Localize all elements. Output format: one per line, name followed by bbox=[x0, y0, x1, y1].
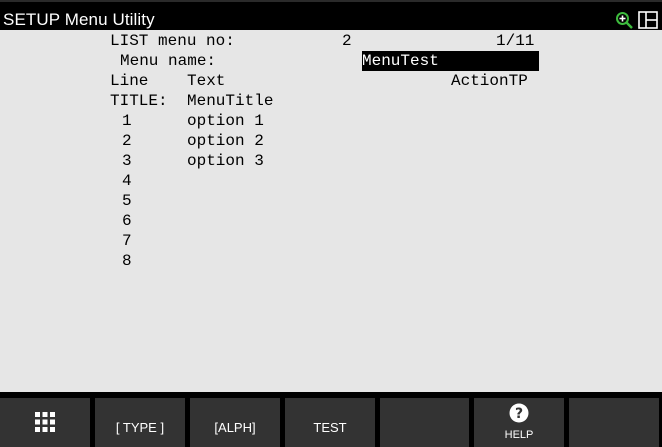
test-button[interactable]: TEST bbox=[285, 398, 375, 447]
app-title: SETUP Menu Utility bbox=[3, 10, 155, 29]
row-number: 1 bbox=[122, 112, 132, 130]
row-text[interactable]: option 3 bbox=[187, 151, 264, 171]
menu-setup-screen: LIST menu no: 2 1/11 Menu name: MenuTest… bbox=[0, 30, 662, 392]
row-number: 4 bbox=[122, 172, 132, 190]
row-number: 2 bbox=[122, 132, 132, 150]
svg-text:?: ? bbox=[515, 406, 523, 422]
test-button-label: TEST bbox=[313, 420, 347, 435]
f7-button[interactable] bbox=[569, 398, 659, 447]
title-value[interactable]: MenuTitle bbox=[187, 91, 273, 111]
alph-button[interactable]: [ALPH] bbox=[190, 398, 280, 447]
f5-button[interactable] bbox=[380, 398, 469, 447]
zoom-in-icon[interactable] bbox=[615, 11, 635, 29]
action-field[interactable]: ActionTP bbox=[451, 71, 528, 91]
page-indicator: 1/11 bbox=[496, 32, 535, 50]
column-text-header: Text bbox=[187, 72, 226, 90]
row-text[interactable]: option 2 bbox=[187, 131, 264, 151]
row-number: 3 bbox=[122, 152, 132, 170]
row-text[interactable]: option 1 bbox=[187, 111, 264, 131]
split-screen-icon[interactable] bbox=[638, 11, 658, 29]
menu-name-field[interactable]: MenuTest bbox=[362, 51, 539, 71]
row-number: 5 bbox=[122, 192, 132, 210]
help-button-label: HELP bbox=[504, 429, 534, 441]
title-label: TITLE: bbox=[110, 92, 168, 110]
menus-button[interactable] bbox=[0, 398, 90, 447]
list-menu-label: LIST menu no: bbox=[110, 32, 235, 50]
type-button[interactable]: [ TYPE ] bbox=[95, 398, 185, 447]
help-icon: ? bbox=[509, 403, 529, 423]
row-number: 8 bbox=[122, 252, 132, 270]
menu-name-label: Menu name: bbox=[120, 52, 217, 70]
help-button[interactable]: ? HELP bbox=[474, 398, 564, 447]
type-button-label: [ TYPE ] bbox=[115, 420, 165, 435]
title-bar: SETUP Menu Utility bbox=[0, 0, 662, 30]
column-line-header: Line bbox=[110, 72, 149, 90]
list-menu-value[interactable]: 2 bbox=[342, 31, 352, 51]
row-number: 6 bbox=[122, 212, 132, 230]
alph-button-label: [ALPH] bbox=[214, 420, 256, 435]
title-icons bbox=[615, 11, 659, 31]
function-key-bar: [ TYPE ] [ALPH] TEST ? HELP bbox=[0, 392, 662, 447]
row-number: 7 bbox=[122, 232, 132, 250]
grid-menu-icon bbox=[35, 412, 55, 432]
